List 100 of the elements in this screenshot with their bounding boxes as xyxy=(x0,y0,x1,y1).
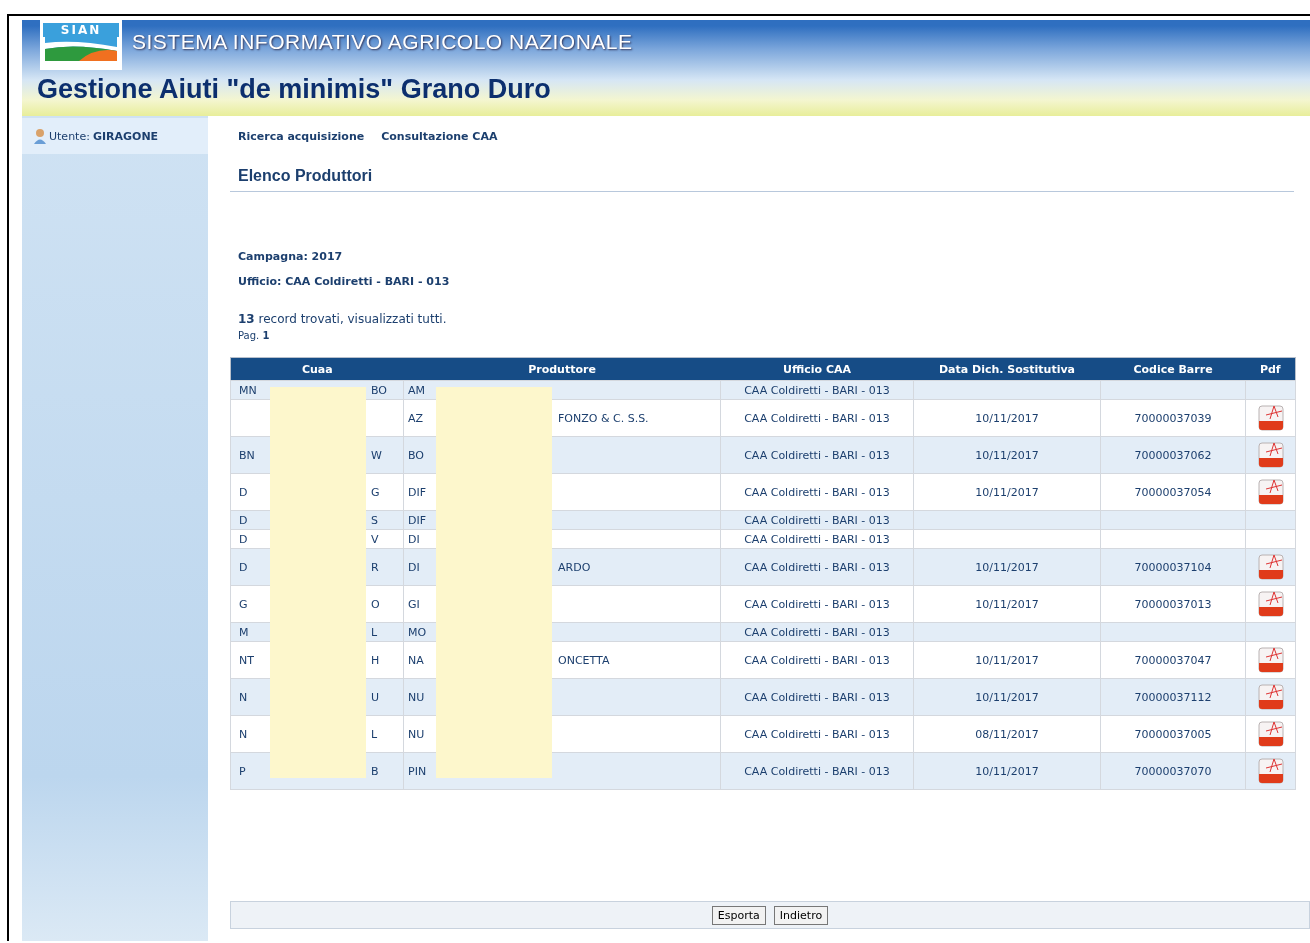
info-line: Ufficio: CAA Coldiretti - BARI - 013 xyxy=(237,275,451,288)
cuaa-fragment: P xyxy=(239,764,247,778)
barcode-cell: 70000037013 xyxy=(1134,597,1212,611)
barcode-cell: 70000037062 xyxy=(1134,448,1212,462)
producer-fragment: ONCETTA xyxy=(558,653,611,667)
producer-fragment: GI xyxy=(408,597,421,611)
producer-fragment: DIF xyxy=(408,513,428,527)
barcode-cell: 70000037039 xyxy=(1134,411,1212,425)
producer-fragment: FONZO & C. S.S. xyxy=(558,411,650,425)
date-cell: 10/11/2017 xyxy=(975,653,1039,667)
office-cell: CAA Coldiretti - BARI - 013 xyxy=(744,653,890,667)
nav-link[interactable]: Consultazione CAA xyxy=(381,130,498,143)
cuaa-fragment: BO xyxy=(371,383,388,397)
cuaa-fragment: D xyxy=(239,485,249,499)
pdf-icon[interactable] xyxy=(1255,403,1286,433)
producer-fragment: DIF xyxy=(408,485,428,499)
pdf-icon[interactable] xyxy=(1255,682,1286,712)
cuaa-fragment: G xyxy=(239,597,249,611)
date-cell: 10/11/2017 xyxy=(975,597,1039,611)
cuaa-fragment: W xyxy=(371,448,383,462)
nav-link[interactable]: Ricerca acquisizione xyxy=(238,130,365,143)
barcode-cell: 70000037112 xyxy=(1134,690,1212,704)
producer-fragment: NA xyxy=(408,653,425,667)
column-header: Pdf xyxy=(1245,357,1296,381)
cuaa-fragment: D xyxy=(239,560,249,574)
app-title: Gestione Aiuti "de minimis" Grano Duro xyxy=(36,74,552,105)
cuaa-fragment: S xyxy=(371,513,379,527)
date-cell: 10/11/2017 xyxy=(975,448,1039,462)
producer-fragment: AZ xyxy=(408,411,425,425)
office-cell: CAA Coldiretti - BARI - 013 xyxy=(744,625,890,639)
user-icon xyxy=(34,128,46,144)
producer-fragment: BO xyxy=(408,448,425,462)
barcode-cell: 70000037005 xyxy=(1134,727,1212,741)
barcode-cell: 70000037104 xyxy=(1134,560,1212,574)
cuaa-fragment: O xyxy=(371,597,381,611)
cuaa-fragment: U xyxy=(371,690,381,704)
cuaa-fragment: B xyxy=(371,764,380,778)
office-cell: CAA Coldiretti - BARI - 013 xyxy=(744,764,890,778)
office-cell: CAA Coldiretti - BARI - 013 xyxy=(744,597,890,611)
cuaa-fragment: D xyxy=(239,513,249,527)
page-number: Pag. 1 xyxy=(237,330,271,341)
producer-fragment: NU xyxy=(408,727,426,741)
date-cell: 08/11/2017 xyxy=(975,727,1039,741)
column-header: Produttore xyxy=(403,357,721,381)
pdf-icon[interactable] xyxy=(1255,552,1286,582)
producer-fragment: MO xyxy=(408,625,428,639)
cuaa-fragment: BN xyxy=(239,448,256,462)
date-cell: 10/11/2017 xyxy=(975,411,1039,425)
cuaa-fragment: H xyxy=(371,653,381,667)
cuaa-fragment: V xyxy=(371,532,380,546)
barcode-cell: 70000037054 xyxy=(1134,485,1212,499)
office-cell: CAA Coldiretti - BARI - 013 xyxy=(744,448,890,462)
pdf-icon[interactable] xyxy=(1255,756,1286,786)
date-cell: 10/11/2017 xyxy=(975,560,1039,574)
info-line: Campagna: 2017 xyxy=(237,250,344,263)
column-header: Ufficio CAA xyxy=(720,357,914,381)
column-header: Cuaa xyxy=(230,357,404,381)
action-button[interactable]: Esporta xyxy=(711,905,766,925)
producer-fragment: AM xyxy=(408,383,426,397)
office-cell: CAA Coldiretti - BARI - 013 xyxy=(744,485,890,499)
cuaa-fragment: M xyxy=(239,625,250,639)
cuaa-fragment: L xyxy=(371,625,379,639)
office-cell: CAA Coldiretti - BARI - 013 xyxy=(744,727,890,741)
user-name: GIRAGONE xyxy=(92,129,159,143)
date-cell: 10/11/2017 xyxy=(975,485,1039,499)
cuaa-fragment: N xyxy=(239,690,249,704)
producer-fragment: NU xyxy=(408,690,426,704)
cuaa-fragment: L xyxy=(371,727,379,741)
office-cell: CAA Coldiretti - BARI - 013 xyxy=(744,383,890,397)
system-title: SISTEMA INFORMATIVO AGRICOLO NAZIONALE xyxy=(132,30,633,54)
fields-logo-icon xyxy=(45,37,117,61)
cuaa-fragment: NT xyxy=(239,653,255,667)
barcode-cell: 70000037047 xyxy=(1134,653,1212,667)
cuaa-fragment: D xyxy=(239,532,249,546)
producer-fragment: DI xyxy=(408,532,421,546)
pdf-icon[interactable] xyxy=(1255,477,1286,507)
date-cell: 10/11/2017 xyxy=(975,690,1039,704)
producer-fragment: PIN xyxy=(408,764,428,778)
pdf-icon[interactable] xyxy=(1255,645,1286,675)
producer-fragment: DI xyxy=(408,560,421,574)
results-count: 13 record trovati, visualizzati tutti. xyxy=(237,312,448,326)
office-cell: CAA Coldiretti - BARI - 013 xyxy=(744,690,890,704)
page-title: Elenco Produttori xyxy=(230,167,1294,192)
producer-fragment: ARDO xyxy=(558,560,592,574)
cuaa-fragment: MN xyxy=(239,383,258,397)
pdf-icon[interactable] xyxy=(1255,719,1286,749)
office-cell: CAA Coldiretti - BARI - 013 xyxy=(744,513,890,527)
office-cell: CAA Coldiretti - BARI - 013 xyxy=(744,560,890,574)
user-label: Utente: xyxy=(49,129,90,143)
logo-text: SIAN xyxy=(43,23,119,37)
office-cell: CAA Coldiretti - BARI - 013 xyxy=(744,532,890,546)
cuaa-fragment: R xyxy=(371,560,380,574)
column-header: Codice Barre xyxy=(1100,357,1246,381)
pdf-icon[interactable] xyxy=(1255,589,1286,619)
pdf-icon[interactable] xyxy=(1255,440,1286,470)
cuaa-fragment: N xyxy=(239,727,249,741)
date-cell: 10/11/2017 xyxy=(975,764,1039,778)
barcode-cell: 70000037070 xyxy=(1134,764,1212,778)
column-header: Data Dich. Sostitutiva xyxy=(913,357,1101,381)
action-button[interactable]: Indietro xyxy=(773,905,829,925)
